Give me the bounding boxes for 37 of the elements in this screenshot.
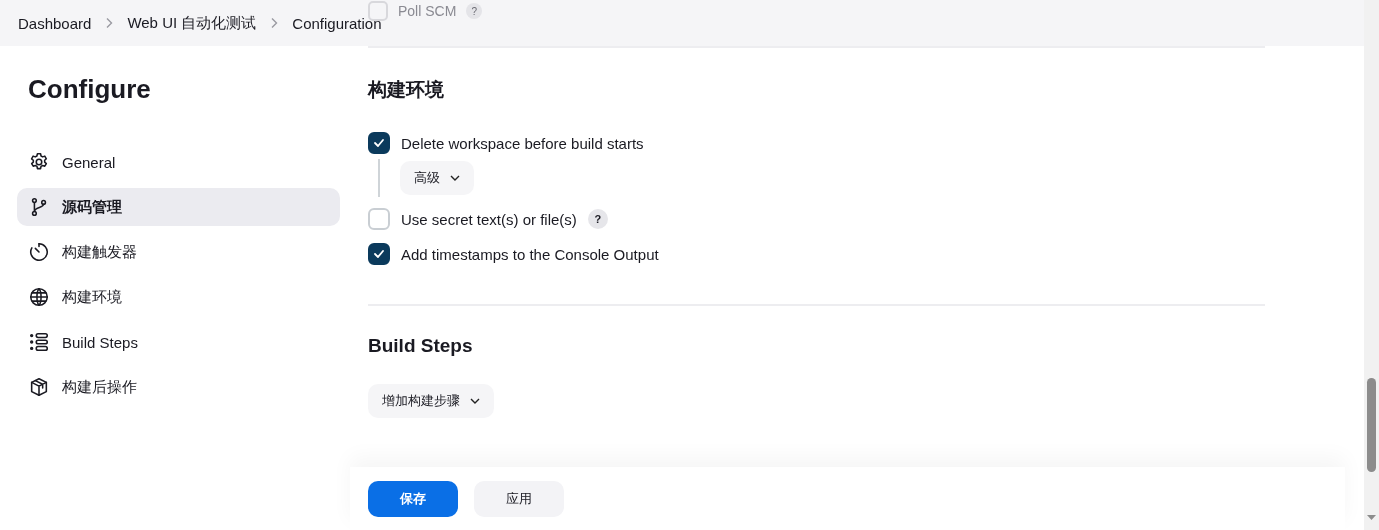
sidebar-item[interactable]: 构建环境 (17, 278, 340, 316)
add-step-dropdown[interactable]: 增加构建步骤 (368, 384, 494, 418)
help-button[interactable]: ? (466, 3, 483, 19)
checkbox[interactable] (368, 132, 390, 154)
sidebar-item[interactable]: 构建触发器 (17, 233, 340, 271)
chevron-down-icon (450, 175, 460, 181)
check-icon (373, 249, 385, 259)
checkbox-label: Poll SCM (398, 3, 457, 19)
breadcrumb-link[interactable]: Dashboard (18, 14, 92, 32)
breadcrumb-link[interactable]: Web UI 自动化测试 (127, 13, 257, 33)
globe-icon (28, 286, 50, 308)
advanced-dropdown[interactable]: 高级 (400, 161, 474, 195)
section-heading: 构建环境 (368, 78, 445, 102)
chevron-right-icon (105, 17, 114, 29)
scrollbar-thumb[interactable] (1367, 378, 1376, 472)
timer-icon (28, 241, 50, 263)
chevron-right-icon (270, 17, 279, 29)
breadcrumb-link[interactable]: Configuration (292, 14, 382, 32)
scrollbar[interactable] (1364, 0, 1379, 530)
checkbox-label: Add timestamps to the Console Output (401, 245, 659, 263)
checkbox-label: Use secret text(s) or file(s) (401, 210, 577, 228)
check-icon (373, 138, 385, 148)
chevron-down-icon (470, 398, 480, 404)
page-title: Configure (28, 74, 152, 105)
sidebar-item[interactable]: Build Steps (17, 323, 340, 361)
checkbox[interactable] (368, 243, 390, 265)
list-icon (28, 331, 50, 353)
sidebar-item[interactable]: General (17, 143, 340, 181)
sidebar-item[interactable]: 源码管理 (17, 188, 340, 226)
checkbox-label: Delete workspace before build starts (401, 134, 644, 152)
package-icon (28, 376, 50, 398)
help-button[interactable]: ? (587, 209, 608, 229)
sidebar-item[interactable]: 构建后操作 (17, 368, 340, 406)
scroll-down-icon[interactable] (1367, 515, 1376, 520)
apply-button[interactable]: 应用 (474, 480, 564, 517)
save-button[interactable]: 保存 (368, 480, 458, 517)
section-heading: Build Steps (368, 335, 474, 357)
